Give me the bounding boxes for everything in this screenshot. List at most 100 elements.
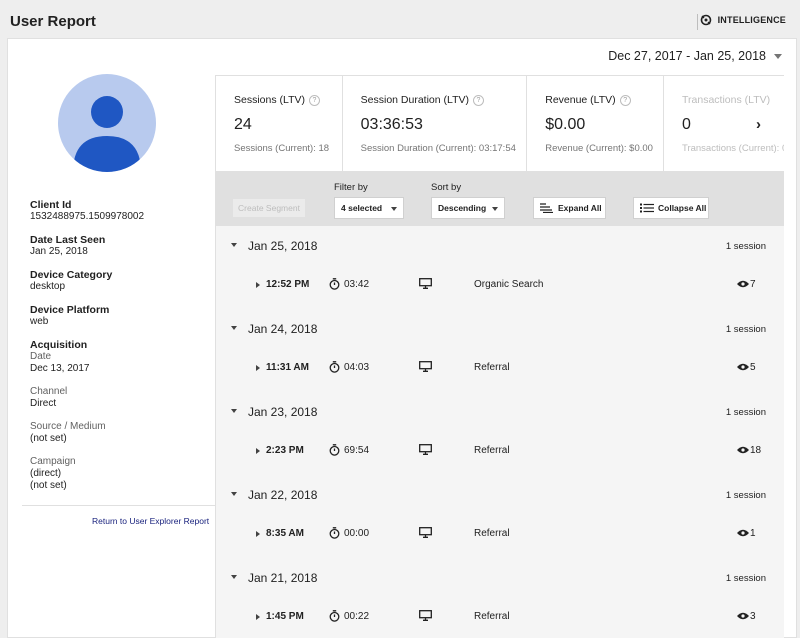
eye-icon [737, 612, 749, 620]
chevron-right-icon[interactable]: › [756, 116, 761, 133]
day-header: Jan 24, 2018 1 session [216, 309, 784, 347]
campaign-value-2: (not set) [30, 480, 67, 491]
session-row[interactable]: 1:45 PM 00:22 Referral 3 [216, 596, 784, 638]
session-channel: Referral [474, 445, 510, 456]
expand-session-icon[interactable] [256, 365, 260, 371]
channel-label: Channel [30, 386, 68, 397]
date-last-seen-group: Date Last Seen Jan 25, 2018 [30, 234, 215, 258]
day-session-count: 1 session [725, 490, 766, 501]
chevron-down-icon [774, 53, 782, 59]
metric-sub: Sessions (Current): 18 [234, 143, 330, 154]
user-info: Client Id 1532488975.1509978002 Date Las… [30, 199, 215, 503]
date-last-seen-value: Jan 25, 2018 [30, 246, 88, 257]
acquisition-label: Acquisition [30, 339, 88, 351]
metric-name: Revenue (LTV) [545, 94, 616, 106]
sessions-toolbar: Create Segment Filter by 4 selected Sort… [216, 172, 784, 226]
metric-sub: Session Duration (Current): 03:17:54 [360, 143, 516, 154]
day-header: Jan 23, 2018 1 session [216, 392, 784, 430]
intelligence-label: INTELLIGENCE [717, 15, 786, 25]
campaign-label: Campaign [30, 456, 76, 467]
session-duration: 00:22 [344, 611, 370, 622]
expand-session-icon[interactable] [256, 531, 260, 537]
date-range-picker[interactable]: Dec 27, 2017 - Jan 25, 2018 [608, 49, 782, 63]
source-medium-group: Source / Medium (not set) [30, 421, 215, 445]
expand-all-label: Expand All [558, 203, 602, 213]
collapse-day-icon[interactable] [231, 575, 237, 579]
sort-dropdown[interactable]: Descending [431, 197, 505, 219]
day-header: Jan 21, 2018 1 session [216, 558, 784, 596]
expand-session-icon[interactable] [256, 614, 260, 620]
sort-value: Descending [438, 203, 487, 213]
avatar [58, 74, 156, 172]
session-row[interactable]: 11:31 AM 04:03 Referral 5 [216, 347, 784, 389]
session-time: 1:45 PM [266, 611, 304, 622]
collapse-day-icon[interactable] [231, 492, 237, 496]
page-title: User Report [10, 13, 96, 30]
day-header: Jan 22, 2018 1 session [216, 475, 784, 513]
collapse-all-button[interactable]: Collapse All [633, 197, 709, 219]
sessions-list: Jan 25, 2018 1 session 12:52 PM 03:42 Or… [216, 226, 784, 638]
sessions-panel: Sessions (LTV)? 24 Sessions (Current): 1… [215, 75, 784, 638]
device-category-group: Device Category desktop [30, 269, 215, 293]
filter-dropdown[interactable]: 4 selected [334, 197, 404, 219]
device-category-label: Device Category [30, 269, 113, 281]
divider [697, 14, 698, 30]
metric-revenue: Revenue (LTV)? $0.00 Revenue (Current): … [527, 76, 664, 171]
help-icon[interactable]: ? [619, 94, 631, 106]
channel-group: Channel Direct [30, 386, 215, 410]
metric-value: 24 [234, 116, 252, 133]
day-date: Jan 21, 2018 [248, 571, 318, 585]
session-channel: Referral [474, 611, 510, 622]
session-time: 2:23 PM [266, 445, 304, 456]
session-row[interactable]: 8:35 AM 00:00 Referral 1 [216, 513, 784, 555]
metric-name: Session Duration (LTV) [360, 94, 469, 106]
session-pageviews: 3 [750, 611, 756, 622]
intelligence-icon [700, 14, 711, 26]
session-pageviews: 5 [750, 362, 756, 373]
chevron-down-icon [391, 207, 397, 211]
session-duration: 04:03 [344, 362, 370, 373]
collapse-day-icon[interactable] [231, 326, 237, 330]
collapse-day-icon[interactable] [231, 243, 237, 247]
sort-label: Sort by [431, 182, 462, 193]
metric-value: 03:36:53 [360, 116, 423, 133]
day-date: Jan 25, 2018 [248, 239, 318, 253]
session-pageviews: 1 [750, 528, 756, 539]
expand-session-icon[interactable] [256, 448, 260, 454]
session-duration: 69:54 [344, 445, 370, 456]
campaign-group: Campaign (direct) (not set) [30, 456, 215, 492]
metric-name: Transactions (LTV) [682, 94, 771, 106]
session-pageviews: 18 [750, 445, 762, 456]
metric-transactions: Transactions (LTV) 0 Transactions (Curre… [664, 76, 784, 171]
expand-all-icon [540, 203, 553, 213]
session-row[interactable]: 12:52 PM 03:42 Organic Search 7 [216, 264, 784, 306]
session-time: 11:31 AM [266, 362, 309, 373]
collapse-day-icon[interactable] [231, 409, 237, 413]
help-icon[interactable]: ? [473, 94, 484, 106]
metric-name: Sessions (LTV) [234, 94, 305, 106]
stopwatch-icon [329, 444, 340, 456]
session-duration: 03:42 [344, 279, 370, 290]
session-time: 8:35 AM [266, 528, 304, 539]
date-last-seen-label: Date Last Seen [30, 234, 106, 246]
metric-value: 0 [682, 116, 691, 133]
expand-all-button[interactable]: Expand All [533, 197, 606, 219]
expand-session-icon[interactable] [256, 282, 260, 288]
client-id-label: Client Id [30, 199, 72, 211]
eye-icon [737, 363, 749, 371]
return-to-user-explorer-link[interactable]: Return to User Explorer Report [92, 516, 209, 526]
client-id-group: Client Id 1532488975.1509978002 [30, 199, 215, 223]
device-platform-group: Device Platform web [30, 304, 215, 328]
client-id-value: 1532488975.1509978002 [30, 211, 145, 222]
help-icon[interactable]: ? [309, 94, 320, 106]
collapse-all-icon [640, 203, 654, 213]
intelligence-button[interactable]: INTELLIGENCE [700, 14, 786, 26]
top-bar: User Report INTELLIGENCE [0, 0, 800, 38]
day-session-count: 1 session [725, 407, 766, 418]
create-segment-button[interactable]: Create Segment [232, 198, 306, 218]
metric-sessions: Sessions (LTV)? 24 Sessions (Current): 1… [216, 76, 343, 171]
day-session-count: 1 session [725, 573, 766, 584]
session-row[interactable]: 2:23 PM 69:54 Referral 18 [216, 430, 784, 472]
day-date: Jan 22, 2018 [248, 488, 318, 502]
divider [22, 505, 215, 506]
